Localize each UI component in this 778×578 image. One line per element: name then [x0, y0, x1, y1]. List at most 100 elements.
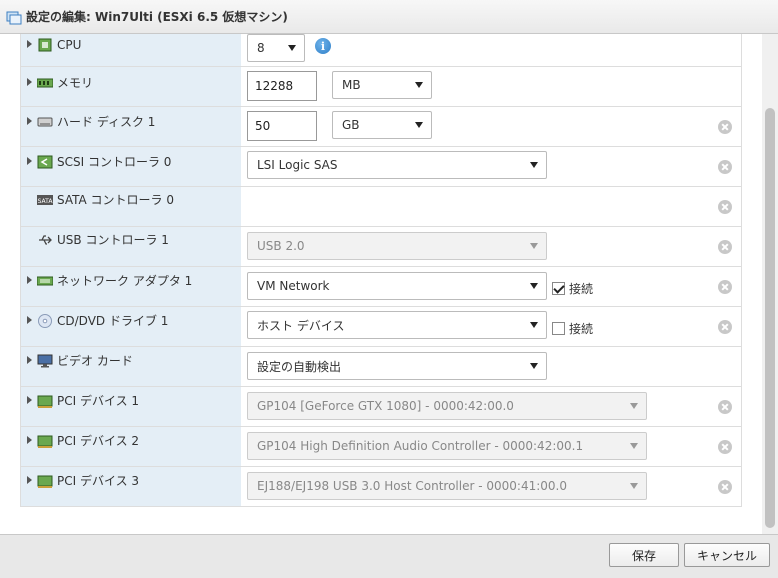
row-value-cell: [241, 187, 741, 226]
row-label-cell: USB コントローラ 1: [21, 227, 241, 266]
chevron-down-icon: [630, 443, 638, 449]
chevron-down-icon: [415, 82, 423, 88]
row-value-cell: 設定の自動検出: [241, 347, 741, 386]
expand-arrow-icon[interactable]: [27, 117, 32, 125]
select-value: GP104 [GeForce GTX 1080] - 0000:42:00.0: [257, 399, 514, 413]
save-button[interactable]: 保存: [609, 543, 679, 567]
select-value: ホスト デバイス: [257, 318, 345, 333]
row-value-cell: 8 i: [241, 34, 741, 66]
select-value: GP104 High Definition Audio Controller -…: [257, 439, 584, 453]
usb-icon: [39, 234, 52, 245]
checkbox-label: 接続: [569, 281, 594, 296]
remove-device-icon[interactable]: [718, 319, 732, 334]
scsi-controller-icon: [37, 155, 53, 168]
chevron-down-icon: [530, 322, 538, 328]
expand-arrow-icon[interactable]: [27, 476, 32, 484]
select-value: GB: [342, 118, 360, 132]
memory-unit-select[interactable]: MB: [332, 71, 432, 99]
pci-device-icon: [37, 395, 53, 408]
cd-dvd-source-select[interactable]: ホスト デバイス: [247, 311, 547, 339]
hardware-row-pci-device-1: PCI デバイス 1 GP104 [GeForce GTX 1080] - 00…: [21, 386, 741, 426]
expand-arrow-icon[interactable]: [27, 40, 32, 48]
remove-device-icon[interactable]: [718, 159, 732, 174]
row-label: ネットワーク アダプタ 1: [57, 274, 193, 288]
expand-arrow-icon[interactable]: [27, 157, 32, 165]
hardware-row-scsi-controller: SCSI コントローラ 0 LSI Logic SAS: [21, 146, 741, 186]
chevron-down-icon: [530, 363, 538, 369]
hardware-row-video-card: ビデオ カード 設定の自動検出: [21, 346, 741, 386]
row-label-cell: CPU: [21, 34, 241, 66]
chevron-down-icon: [415, 122, 423, 128]
row-label-cell: PCI デバイス 1: [21, 387, 241, 426]
expand-arrow-icon[interactable]: [27, 78, 32, 86]
input-value: 12288: [255, 79, 294, 93]
settings-content: CPU 8 i メモリ 12288 MB ハード ディスク 1 50 GB SC…: [0, 34, 778, 534]
chevron-down-icon: [530, 243, 538, 249]
disk-size-input[interactable]: 50: [247, 111, 317, 141]
dialog-title: 設定の編集: Win7Ulti (ESXi 6.5 仮想マシン): [26, 10, 288, 24]
expand-arrow-icon[interactable]: [27, 396, 32, 404]
chevron-down-icon: [530, 162, 538, 168]
expand-arrow-icon[interactable]: [27, 356, 32, 364]
hardware-row-sata-controller: SATA SATA コントローラ 0: [21, 186, 741, 226]
monitor-icon: [37, 354, 53, 367]
row-label-cell: ハード ディスク 1: [21, 107, 241, 146]
network-select[interactable]: VM Network: [247, 272, 547, 300]
pci-device-icon: [37, 435, 53, 448]
remove-device-icon[interactable]: [718, 479, 732, 494]
hardware-row-pci-device-3: PCI デバイス 3 EJ188/EJ198 USB 3.0 Host Cont…: [21, 466, 741, 506]
row-label: USB コントローラ 1: [57, 233, 169, 247]
cpu-count-select[interactable]: 8: [247, 34, 305, 62]
hardware-row-hard-disk: ハード ディスク 1 50 GB: [21, 106, 741, 146]
remove-device-icon[interactable]: [718, 239, 732, 254]
remove-device-icon[interactable]: [718, 399, 732, 414]
row-label: PCI デバイス 3: [57, 474, 140, 488]
row-value-cell: LSI Logic SAS: [241, 147, 741, 186]
row-label-cell: ネットワーク アダプタ 1: [21, 267, 241, 306]
expand-arrow-icon[interactable]: [27, 316, 32, 324]
svg-text:SATA: SATA: [38, 198, 53, 205]
row-label-cell: PCI デバイス 2: [21, 427, 241, 466]
hardware-row-network-adapter: ネットワーク アダプタ 1 VM Network 接続: [21, 266, 741, 306]
connect-checkbox-wrap[interactable]: 接続: [552, 320, 593, 337]
row-label-cell: SATA SATA コントローラ 0: [21, 187, 241, 226]
row-label-cell: ビデオ カード: [21, 347, 241, 386]
row-label: PCI デバイス 1: [57, 394, 140, 408]
chevron-down-icon: [630, 403, 638, 409]
row-label: SCSI コントローラ 0: [57, 155, 172, 169]
connect-checkbox[interactable]: [552, 321, 565, 335]
pci-device-select: EJ188/EJ198 USB 3.0 Host Controller - 00…: [247, 472, 647, 500]
select-value: USB 2.0: [257, 239, 305, 253]
remove-device-icon[interactable]: [718, 439, 732, 454]
row-label: ビデオ カード: [57, 354, 133, 368]
select-value: 8: [257, 41, 265, 55]
hardware-row-cd-dvd: CD/DVD ドライブ 1 ホスト デバイス 接続: [21, 306, 741, 346]
scrollbar-thumb[interactable]: [765, 108, 775, 528]
pci-device-select: GP104 High Definition Audio Controller -…: [247, 432, 647, 460]
select-value: LSI Logic SAS: [257, 158, 338, 172]
memory-size-input[interactable]: 12288: [247, 71, 317, 101]
row-label-cell: SCSI コントローラ 0: [21, 147, 241, 186]
row-value-cell: EJ188/EJ198 USB 3.0 Host Controller - 00…: [241, 467, 741, 506]
cancel-button[interactable]: キャンセル: [684, 543, 770, 567]
cd-dvd-icon: [38, 313, 52, 328]
remove-device-icon[interactable]: [718, 199, 732, 214]
pci-device-icon: [37, 475, 53, 488]
row-label: ハード ディスク 1: [57, 115, 156, 129]
expand-arrow-icon[interactable]: [27, 276, 32, 284]
row-label: PCI デバイス 2: [57, 434, 140, 448]
row-value-cell: 12288 MB: [241, 67, 741, 106]
remove-device-icon[interactable]: [718, 279, 732, 294]
row-value-cell: VM Network 接続: [241, 267, 741, 306]
connect-checkbox[interactable]: [552, 281, 565, 295]
scsi-type-select[interactable]: LSI Logic SAS: [247, 151, 547, 179]
disk-unit-select[interactable]: GB: [332, 111, 432, 139]
row-value-cell: 50 GB: [241, 107, 741, 146]
expand-arrow-icon[interactable]: [27, 436, 32, 444]
connect-checkbox-wrap[interactable]: 接続: [552, 280, 593, 297]
remove-device-icon[interactable]: [718, 119, 732, 134]
video-card-select[interactable]: 設定の自動検出: [247, 352, 547, 380]
row-value-cell: ホスト デバイス 接続: [241, 307, 741, 346]
chevron-down-icon: [630, 483, 638, 489]
info-icon[interactable]: i: [315, 38, 331, 54]
